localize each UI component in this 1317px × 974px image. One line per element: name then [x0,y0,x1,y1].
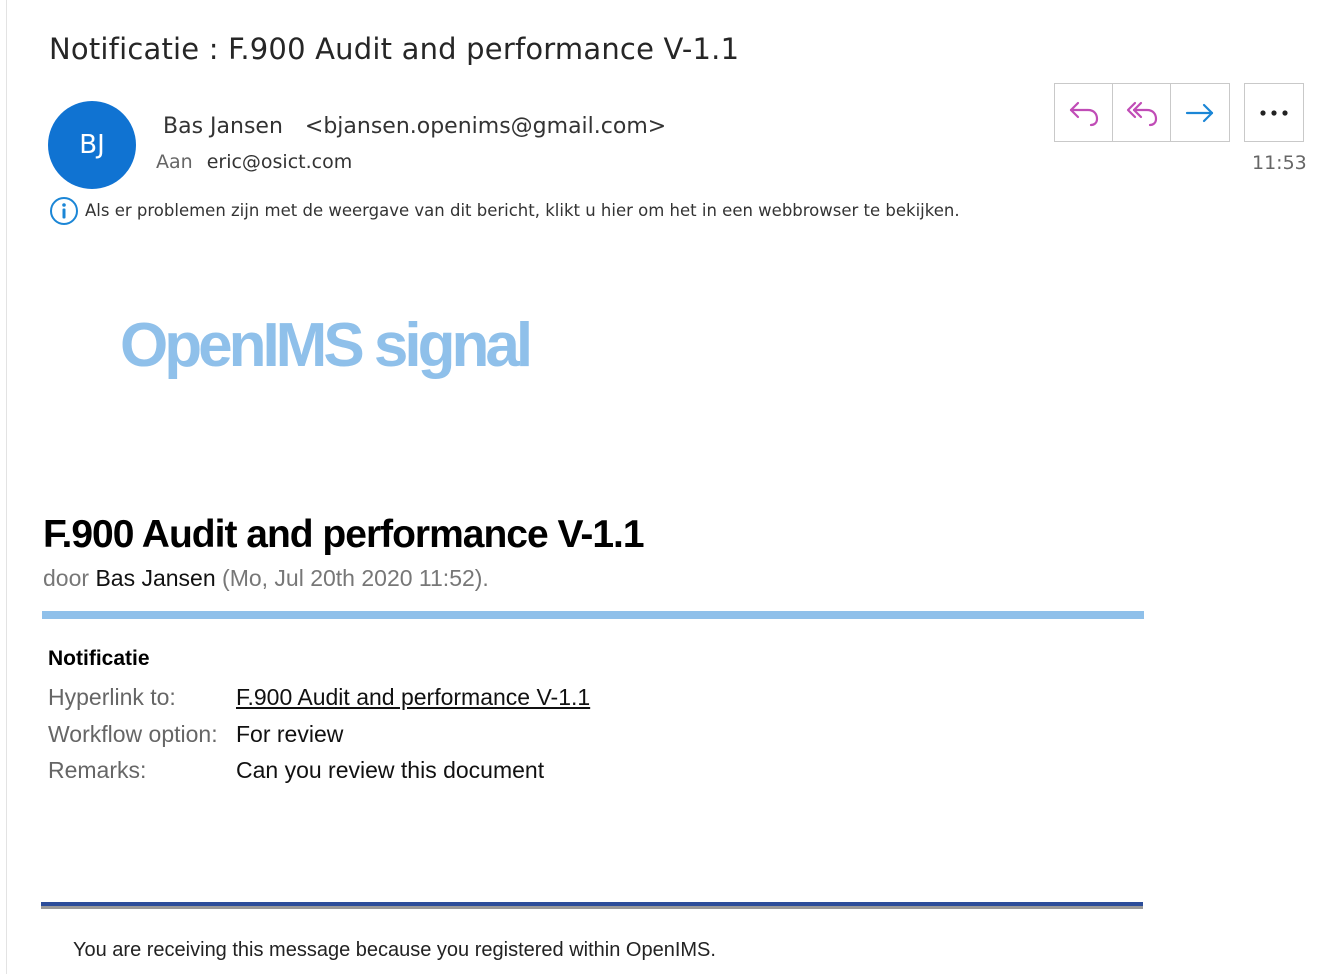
message-actions [1054,83,1230,142]
sender-name[interactable]: Bas Jansen [163,114,283,139]
byline-author: Bas Jansen [95,565,216,591]
received-time: 11:53 [1252,152,1307,174]
section-title: Notificatie [48,647,150,670]
sender-email[interactable]: <bjansen.openims@gmail.com> [305,114,666,139]
header-divider [42,611,1144,619]
remarks-value: Can you review this document [236,757,545,783]
byline: door Bas Jansen (Mo, Jul 20th 2020 11:52… [43,565,489,592]
info-icon [50,197,78,225]
byline-date: (Mo, Jul 20th 2020 11:52). [215,565,489,591]
workflow-option-value: For review [236,721,344,747]
to-label: Aan [156,151,193,173]
forward-icon [1185,103,1214,122]
forward-button[interactable] [1171,84,1229,141]
hyperlink-label: Hyperlink to: [48,684,176,710]
reply-button[interactable] [1055,84,1113,141]
to-recipient[interactable]: eric@osict.com [207,151,353,173]
remarks-label: Remarks: [48,757,147,783]
document-hyperlink[interactable]: F.900 Audit and performance V-1.1 [236,684,590,711]
email-subject: Notificatie : F.900 Audit and performanc… [49,32,740,66]
workflow-option-label: Workflow option: [48,721,218,747]
sender-line: Bas Jansen <bjansen.openims@gmail.com> [163,114,666,139]
document-title: F.900 Audit and performance V-1.1 [43,513,645,556]
byline-prefix: door [43,565,96,591]
openims-signal-logo: OpenIMS signal [120,311,533,380]
reply-all-button[interactable] [1113,84,1171,141]
reply-icon [1069,101,1098,126]
pane-divider [6,0,7,974]
view-in-browser-notice[interactable]: Als er problemen zijn met de weergave va… [85,201,960,220]
more-actions-button[interactable] [1244,83,1304,142]
sender-avatar[interactable]: BJ [48,101,136,189]
footer-divider [41,902,1143,909]
reply-all-icon [1126,101,1157,126]
more-icon [1260,109,1288,116]
recipient-line: Aan eric@osict.com [156,151,352,173]
footer-notice: You are receiving this message because y… [73,939,716,961]
